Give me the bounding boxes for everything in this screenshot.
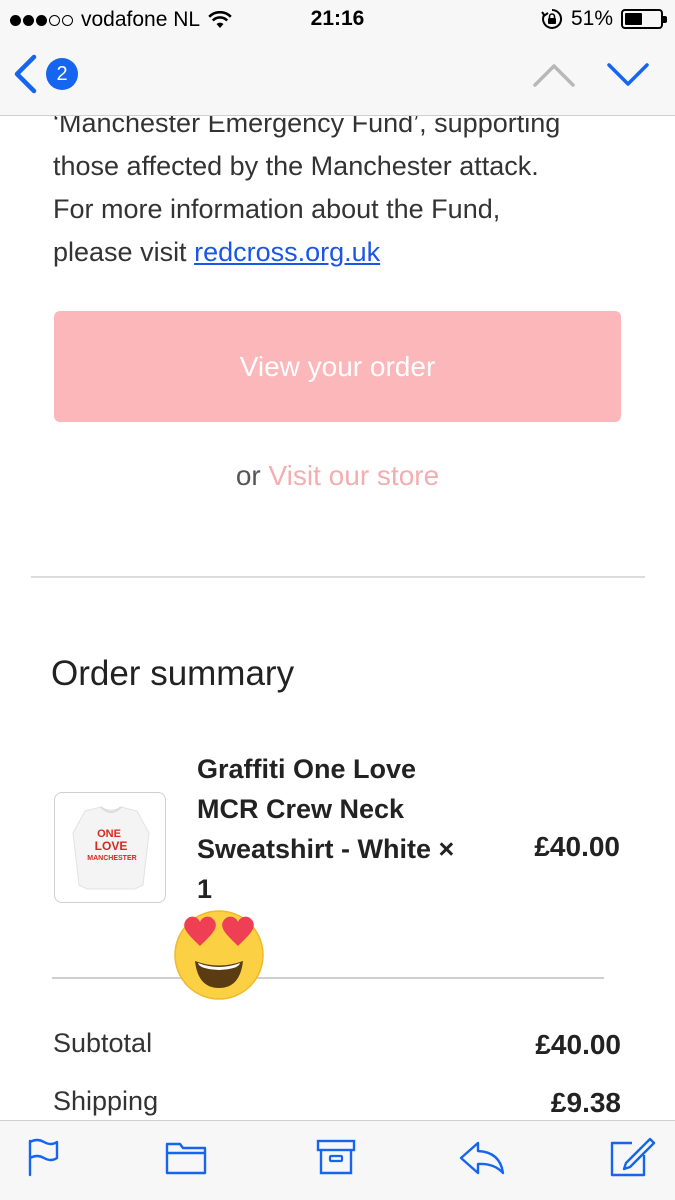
mail-toolbar [0, 1120, 675, 1200]
order-summary-title: Order summary [51, 654, 295, 693]
flag-icon [28, 1138, 59, 1177]
store-link-line: or Visit our store [0, 460, 675, 492]
back-button[interactable]: 2 [12, 54, 78, 94]
paragraph-line: ‘Manchester Emergency Fund’, supporting [53, 116, 561, 138]
fund-paragraph: ‘Manchester Emergency Fund’, supporting … [53, 116, 633, 274]
flag-button[interactable] [26, 1137, 60, 1182]
email-body[interactable]: ‘Manchester Emergency Fund’, supporting … [0, 116, 675, 1120]
redcross-link[interactable]: redcross.org.uk [194, 237, 380, 267]
chevron-down-icon [607, 63, 649, 86]
compose-icon [610, 1137, 656, 1177]
unread-count-badge: 2 [46, 58, 78, 90]
next-message-button[interactable] [606, 60, 650, 95]
sweatshirt-image: ONE LOVE MANCHESTER [72, 806, 150, 890]
section-divider [31, 576, 645, 578]
status-bar: vodafone NL 21:16 51% [0, 0, 675, 40]
heart-eyes-emoji-icon [174, 910, 264, 1000]
shipping-label: Shipping [53, 1086, 159, 1116]
archive-button[interactable] [316, 1137, 356, 1182]
product-thumbnail: ONE LOVE MANCHESTER [54, 792, 166, 903]
archive-icon [316, 1139, 356, 1175]
view-order-button[interactable]: View your order [54, 311, 621, 422]
status-right: 51% [541, 7, 667, 31]
items-divider [52, 977, 604, 979]
orientation-lock-icon [541, 8, 563, 29]
folder-icon [165, 1142, 207, 1175]
move-folder-button[interactable] [164, 1137, 208, 1182]
product-name: Graffiti One Love MCR Crew Neck Sweatshi… [197, 754, 455, 904]
reply-button[interactable] [458, 1137, 506, 1182]
visit-store-link[interactable]: Visit our store [269, 460, 440, 491]
or-text: or [235, 460, 269, 491]
subtotal-label: Subtotal [53, 1028, 153, 1058]
previous-message-button[interactable] [532, 60, 576, 95]
chevron-left-icon [14, 54, 37, 94]
subtotal-value: £40.00 [535, 1029, 621, 1060]
paragraph-line: For more information about the Fund, [53, 194, 501, 224]
battery-icon [621, 9, 667, 29]
sweatshirt-print-line: LOVE [95, 839, 128, 853]
paragraph-text: please visit [53, 237, 195, 267]
reply-icon [459, 1141, 505, 1175]
mail-nav-bar: 2 [0, 40, 675, 116]
battery-percent: 51% [570, 7, 613, 30]
paragraph-line: those affected by the Manchester attack. [53, 151, 539, 181]
paragraph-line: please visit redcross.org.uk [53, 231, 633, 274]
sweatshirt-print-line: MANCHESTER [87, 855, 136, 862]
shipping-value: £9.38 [550, 1087, 621, 1118]
product-price: £40.00 [534, 831, 620, 862]
compose-button[interactable] [608, 1137, 656, 1184]
chevron-up-icon [533, 64, 575, 87]
